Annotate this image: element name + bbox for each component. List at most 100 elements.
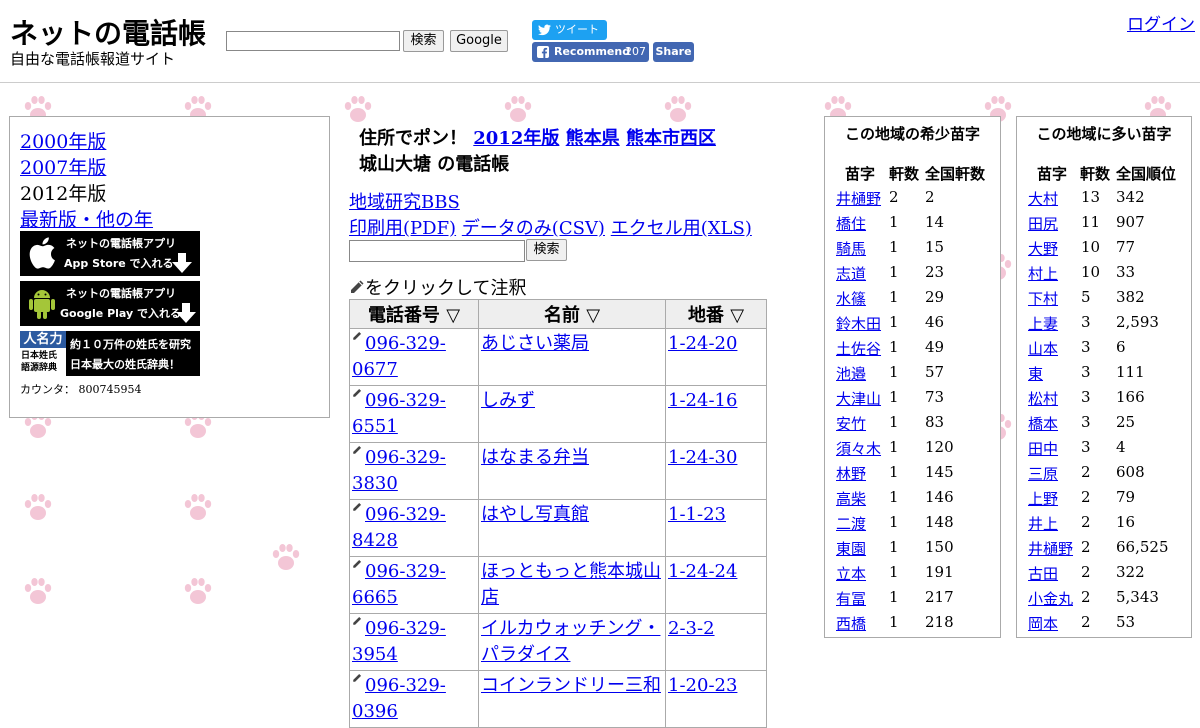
pencil-icon[interactable] bbox=[352, 502, 362, 512]
header-search-button[interactable]: 検索 bbox=[403, 30, 444, 52]
name-link[interactable]: はやし写真館 bbox=[481, 504, 589, 525]
year-link-latest[interactable]: 最新版・他の年 bbox=[20, 205, 153, 232]
pencil-icon[interactable] bbox=[352, 388, 362, 398]
header-search-input[interactable] bbox=[226, 31, 400, 51]
rare-surname-link[interactable]: 橋住 bbox=[836, 213, 866, 234]
rare-header-count: 軒数 bbox=[889, 165, 920, 183]
pencil-icon[interactable] bbox=[352, 445, 362, 455]
chiban-link[interactable]: 2-3-2 bbox=[668, 618, 715, 639]
common-surname-link[interactable]: 大村 bbox=[1028, 188, 1058, 209]
pdf-link[interactable]: 印刷用(PDF) bbox=[349, 218, 456, 239]
common-surname-link[interactable]: 上妻 bbox=[1028, 313, 1058, 334]
rare-surname-link[interactable]: 安竹 bbox=[836, 413, 866, 434]
name-link[interactable]: イルカウォッチング・パラダイス bbox=[481, 618, 660, 665]
csv-link[interactable]: データのみ(CSV) bbox=[462, 218, 605, 239]
rare-header-national: 全国軒数 bbox=[925, 165, 986, 183]
common-surname-link[interactable]: 古田 bbox=[1028, 563, 1058, 584]
common-surname-link[interactable]: 田中 bbox=[1028, 438, 1058, 459]
title-year-link[interactable]: 2012年版 bbox=[473, 128, 559, 149]
common-surname-link[interactable]: 井上 bbox=[1028, 513, 1058, 534]
chiban-column-header[interactable]: 地番 ▽ bbox=[665, 299, 767, 329]
chiban-link[interactable]: 1-24-20 bbox=[668, 333, 737, 354]
rare-surname-link[interactable]: 井樋野 bbox=[836, 188, 881, 209]
facebook-share-button[interactable]: Share bbox=[653, 42, 694, 62]
chiban-link[interactable]: 1-24-30 bbox=[668, 447, 737, 468]
name-sort-link[interactable]: 名前 ▽ bbox=[544, 305, 600, 326]
common-surname-link[interactable]: 三原 bbox=[1028, 463, 1058, 484]
common-surname-link[interactable]: 小金丸 bbox=[1028, 588, 1073, 609]
pencil-icon[interactable] bbox=[352, 673, 362, 683]
common-surname-link[interactable]: 山本 bbox=[1028, 338, 1058, 359]
common-surname-link[interactable]: 田尻 bbox=[1028, 213, 1058, 234]
facebook-recommend-button[interactable]: Recommend 207 bbox=[532, 42, 649, 62]
title-city-link[interactable]: 熊本市西区 bbox=[626, 128, 716, 149]
rare-surname-link[interactable]: 立本 bbox=[836, 563, 866, 584]
rare-surname-link[interactable]: 大津山 bbox=[836, 388, 881, 409]
rare-surname-link[interactable]: 土佐谷 bbox=[836, 338, 881, 359]
chiban-sort-link[interactable]: 地番 ▽ bbox=[688, 305, 744, 326]
chiban-link[interactable]: 1-1-23 bbox=[668, 504, 726, 525]
rare-surname-link[interactable]: 騎馬 bbox=[836, 238, 866, 259]
annotation-note: をクリックして注釈 bbox=[349, 274, 526, 300]
common-surname-link[interactable]: 大野 bbox=[1028, 238, 1058, 259]
rare-surname-link[interactable]: 有冨 bbox=[836, 588, 866, 609]
common-surname-link[interactable]: 松村 bbox=[1028, 388, 1058, 409]
area-search-input[interactable] bbox=[349, 240, 525, 262]
chiban-link[interactable]: 1-24-16 bbox=[668, 390, 737, 411]
google-search-button[interactable]: Google bbox=[450, 30, 508, 52]
phone-link[interactable]: 096-329-0677 bbox=[352, 333, 446, 380]
area-search-button[interactable]: 検索 bbox=[526, 239, 567, 261]
rare-surname-link[interactable]: 志道 bbox=[836, 263, 866, 284]
list-item: 下村 5 382 bbox=[1017, 286, 1191, 311]
phone-sort-link[interactable]: 電話番号 ▽ bbox=[368, 305, 460, 326]
surname-national: 120 bbox=[925, 438, 954, 456]
rare-surname-link[interactable]: 林野 bbox=[836, 463, 866, 484]
phone-link[interactable]: 096-329-0396 bbox=[352, 675, 446, 722]
rare-surname-link[interactable]: 西橋 bbox=[836, 613, 866, 634]
rare-surname-link[interactable]: 水篠 bbox=[836, 288, 866, 309]
google-play-button[interactable]: ネットの電話帳アプリ Google Play で入れる bbox=[20, 281, 200, 326]
app-store-button[interactable]: ネットの電話帳アプリ App Store で入れる bbox=[20, 231, 200, 276]
tweet-button[interactable]: ツイート bbox=[532, 20, 607, 40]
name-link[interactable]: あじさい薬局 bbox=[481, 333, 589, 354]
name-link[interactable]: ほっともっと熊本城山店 bbox=[481, 561, 661, 608]
rare-surname-link[interactable]: 池邉 bbox=[836, 363, 866, 384]
rare-surname-link[interactable]: 須々木 bbox=[836, 438, 881, 459]
bbs-link[interactable]: 地域研究BBS bbox=[349, 188, 460, 214]
name-link[interactable]: コインランドリー三和 bbox=[481, 675, 661, 696]
name-column-header[interactable]: 名前 ▽ bbox=[478, 299, 666, 329]
pencil-icon[interactable] bbox=[352, 616, 362, 626]
name-link[interactable]: しみず bbox=[481, 390, 535, 411]
rare-surname-link[interactable]: 高柴 bbox=[836, 488, 866, 509]
title-pref-link[interactable]: 熊本県 bbox=[566, 128, 620, 149]
jinmei-dictionary-banner[interactable]: 人名力 日本姓氏 語源辞典 約１０万件の姓氏を研究 日本最大の姓氏辞典！ bbox=[20, 331, 200, 376]
common-surname-link[interactable]: 村上 bbox=[1028, 263, 1058, 284]
phone-link[interactable]: 096-329-8428 bbox=[352, 504, 446, 551]
list-item: 上妻 3 2,593 bbox=[1017, 311, 1191, 336]
common-surname-link[interactable]: 東 bbox=[1028, 363, 1043, 384]
year-link-2007[interactable]: 2007年版 bbox=[20, 153, 106, 180]
common-surname-link[interactable]: 岡本 bbox=[1028, 613, 1058, 634]
common-surname-link[interactable]: 下村 bbox=[1028, 288, 1058, 309]
pencil-icon[interactable] bbox=[352, 559, 362, 569]
common-surname-link[interactable]: 井樋野 bbox=[1028, 538, 1073, 559]
phone-link[interactable]: 096-329-3830 bbox=[352, 447, 446, 494]
name-link[interactable]: はなまる弁当 bbox=[481, 447, 589, 468]
login-link[interactable]: ログイン bbox=[1127, 10, 1195, 35]
chiban-link[interactable]: 1-20-23 bbox=[668, 675, 737, 696]
year-link-2000[interactable]: 2000年版 bbox=[20, 127, 106, 154]
paw-icon bbox=[24, 578, 52, 604]
phone-column-header[interactable]: 電話番号 ▽ bbox=[349, 299, 479, 329]
rare-surname-link[interactable]: 鈴木田 bbox=[836, 313, 881, 334]
pencil-icon[interactable] bbox=[352, 331, 362, 341]
common-surname-link[interactable]: 上野 bbox=[1028, 488, 1058, 509]
chiban-link[interactable]: 1-24-24 bbox=[668, 561, 737, 582]
phone-link[interactable]: 096-329-6551 bbox=[352, 390, 446, 437]
rare-surname-link[interactable]: 東園 bbox=[836, 538, 866, 559]
xls-link[interactable]: エクセル用(XLS) bbox=[611, 218, 752, 239]
phone-link[interactable]: 096-329-3954 bbox=[352, 618, 446, 665]
common-surname-link[interactable]: 橋本 bbox=[1028, 413, 1058, 434]
rare-surname-link[interactable]: 二渡 bbox=[836, 513, 866, 534]
rare-header-name: 苗字 bbox=[845, 165, 876, 183]
phone-link[interactable]: 096-329-6665 bbox=[352, 561, 446, 608]
